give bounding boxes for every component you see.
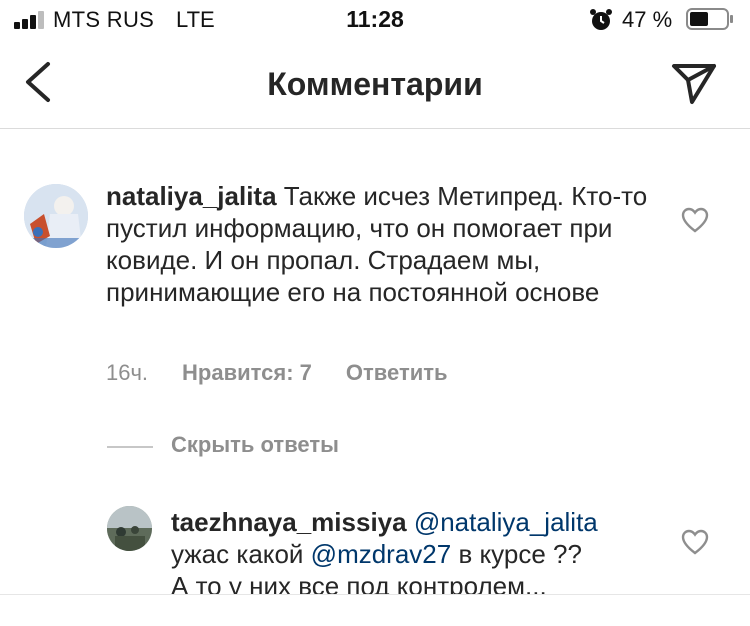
divider	[107, 446, 153, 448]
reply-text-1: ужас какой	[171, 539, 304, 569]
reply-button[interactable]: Ответить	[346, 360, 448, 386]
like-heart-icon[interactable]	[681, 529, 709, 555]
commenter-avatar[interactable]	[24, 184, 88, 248]
comment-meta: 16ч. Нравится: 7 Ответить	[106, 360, 448, 386]
reply-mention-1[interactable]: @nataliya_jalita	[414, 507, 598, 537]
battery-percent: 47 %	[622, 7, 673, 32]
hide-replies-label: Скрыть ответы	[171, 432, 339, 457]
reply-text-2: в курсе ??	[451, 539, 582, 569]
send-direct-icon[interactable]	[668, 60, 720, 106]
comment-likes[interactable]: Нравится: 7	[182, 360, 312, 386]
alarm-icon	[590, 9, 612, 30]
status-bar: MTS RUS LTE 11:28 47 %	[0, 0, 750, 44]
reply-mention-2[interactable]: @mzdrav27	[311, 539, 452, 569]
comment-time: 16ч.	[106, 360, 149, 385]
comment-text-block: nataliya_jalita Также исчез Метипред. Кт…	[106, 180, 666, 308]
reply-text-block: taezhnaya_missiya @nataliya_jalita ужас …	[171, 506, 671, 602]
reply-avatar[interactable]	[107, 506, 152, 551]
header: Комментарии	[0, 44, 750, 129]
battery-icon	[686, 8, 733, 30]
reply-username[interactable]: taezhnaya_missiya	[171, 507, 407, 537]
like-heart-icon[interactable]	[681, 207, 709, 233]
bottom-overlay	[0, 594, 750, 626]
comment-username[interactable]: nataliya_jalita	[106, 181, 277, 211]
page-title: Комментарии	[267, 66, 483, 102]
